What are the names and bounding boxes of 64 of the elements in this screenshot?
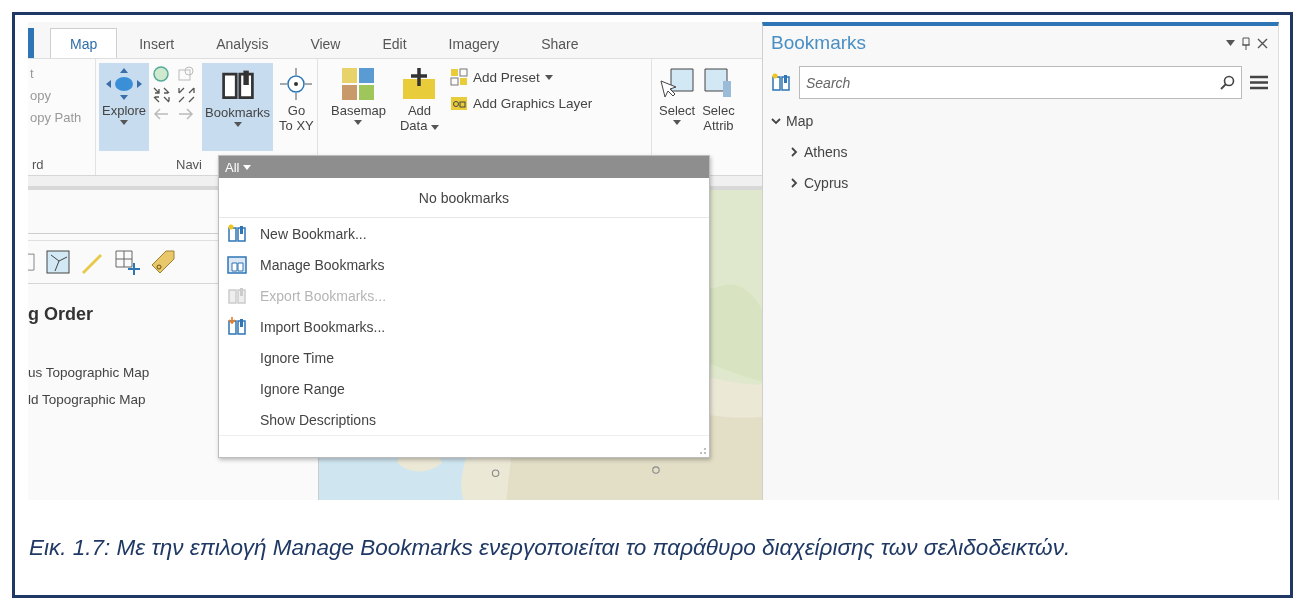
export-bookmarks-icon [227,285,247,306]
tag-icon[interactable] [150,249,176,275]
search-input[interactable]: Search [806,74,1220,91]
grid-add-icon[interactable] [114,249,140,275]
group-label: rd [32,156,44,172]
add-data-icon [401,67,438,101]
search-field[interactable]: Search [799,66,1242,99]
tree-item[interactable]: Athens [804,143,848,160]
caret-icon [673,120,682,125]
menu-item[interactable]: Import Bookmarks... [219,311,709,342]
caret-icon [431,125,439,130]
menu-item[interactable]: Manage Bookmarks [219,249,709,280]
ribbon-tab[interactable]: Share [521,28,599,58]
caret-icon [243,164,252,170]
empty-message: No bookmarks [219,178,709,218]
zoom-out-arrows-icon[interactable] [177,86,198,104]
caret-icon [120,120,129,125]
select-button[interactable]: Select [656,63,699,151]
close-icon[interactable] [1257,37,1268,49]
explore-button[interactable]: Explore [99,63,150,151]
section-heading: g Order [28,304,94,325]
tree-item[interactable]: Map [786,112,814,129]
crosshair-icon [279,67,314,101]
go-to-xy-button[interactable]: Go To XY [276,63,317,151]
menu-item[interactable]: Ignore Time [219,342,709,373]
ribbon-tab[interactable]: View [290,28,361,58]
bookmarks-button[interactable]: Bookmarks [202,63,274,151]
ribbon-tab[interactable]: Insert [119,28,195,58]
ribbon-tab[interactable]: Edit [362,28,427,58]
search-icon[interactable] [1220,75,1235,90]
ribbon-tab[interactable]: Analysis [196,28,289,58]
chevron-right-icon[interactable] [789,146,799,157]
preset-grid-icon [450,68,468,86]
graphics-layer-icon [450,95,468,111]
chevron-right-icon[interactable] [789,177,799,188]
basemap-button[interactable]: Basemap [328,63,389,151]
zoom-in-arrows-icon[interactable] [152,86,173,104]
pin-icon[interactable] [1242,36,1250,50]
chevron-down-icon[interactable] [771,115,781,126]
new-bookmark-icon [771,72,791,93]
figure-caption: Εικ. 1.7: Με την επιλογή Manage Bookmarks ενεργοποιείται το παράθυρο διαχείρισης των σελιδοδεικτών. [28,533,1072,562]
caret-icon [354,120,363,125]
menu-item[interactable]: New Bookmark... [219,218,709,249]
menu-item[interactable]: Ignore Range [219,373,709,404]
resize-grip-icon[interactable] [699,447,707,455]
add-data-button[interactable]: Add Data [396,63,442,151]
import-bookmarks-icon [227,316,247,337]
basemap-icon [341,67,376,101]
caret-icon [233,122,242,127]
menu-item[interactable]: Show Descriptions [219,404,709,435]
manage-bookmarks-icon [227,254,247,275]
menu-icon[interactable] [1250,75,1268,90]
ribbon-tab[interactable]: Imagery [428,28,520,58]
caret-icon [544,74,553,80]
add-preset-button[interactable]: Add Preset [450,65,593,89]
polygon-icon[interactable] [46,250,70,274]
ribbon-tab[interactable]: Map [50,28,118,58]
dropdown-icon[interactable] [1226,40,1235,46]
group-label: Navi [176,156,202,172]
new-bookmark-icon [227,223,247,244]
select-by-attributes-button[interactable]: Selec Attrib [699,63,738,151]
pane-title: Bookmarks [771,32,867,54]
tree-item[interactable]: Cyprus [804,174,849,191]
add-graphics-layer-button[interactable]: Add Graphics Layer [450,91,593,115]
